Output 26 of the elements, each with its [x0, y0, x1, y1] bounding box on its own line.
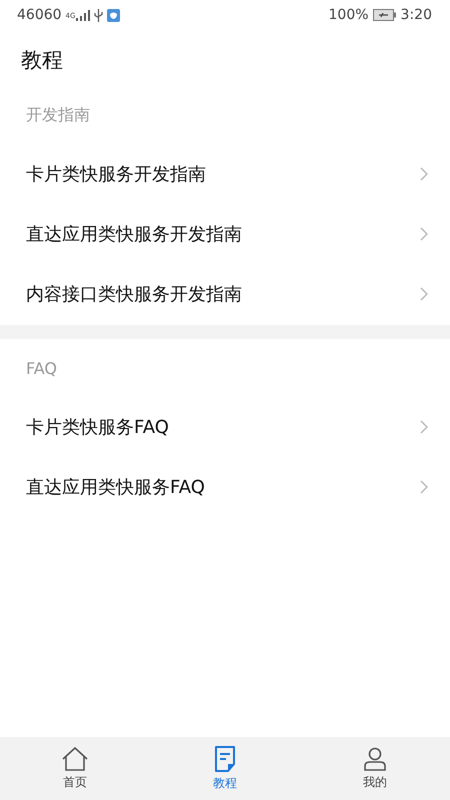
chevron-icon — [420, 480, 428, 494]
clock-time: 3:20 — [400, 7, 432, 23]
section-header: 开发指南 — [25, 104, 91, 126]
usb-icon — [94, 8, 104, 22]
signal-icon — [76, 10, 90, 20]
battery-percent: 100% — [328, 7, 369, 23]
list-item[interactable]: 卡片类快服务开发指南 — [0, 144, 450, 204]
nav-tab[interactable]: 首页 — [35, 746, 115, 790]
home-icon — [62, 746, 88, 770]
page-title: 教程 — [20, 47, 64, 74]
chevron-icon — [420, 227, 428, 241]
person-icon — [363, 746, 387, 770]
nav-tab[interactable]: 我的 — [335, 746, 415, 790]
document-icon — [214, 746, 236, 772]
list-item[interactable]: 直达应用类快服务FAQ — [0, 457, 450, 517]
battery-icon — [372, 9, 397, 21]
chevron-icon — [420, 287, 428, 301]
section-header: FAQ — [25, 358, 58, 380]
list-item[interactable]: 直达应用类快服务开发指南 — [0, 204, 450, 264]
nav-tab[interactable]: 教程 — [185, 746, 265, 792]
app-icon — [107, 8, 120, 22]
carrier-text: 46060 — [17, 7, 62, 23]
chevron-icon — [420, 420, 428, 434]
chevron-icon — [420, 167, 428, 181]
list-item[interactable]: 内容接口类快服务开发指南 — [0, 264, 450, 324]
list-item[interactable]: 卡片类快服务FAQ — [0, 397, 450, 457]
